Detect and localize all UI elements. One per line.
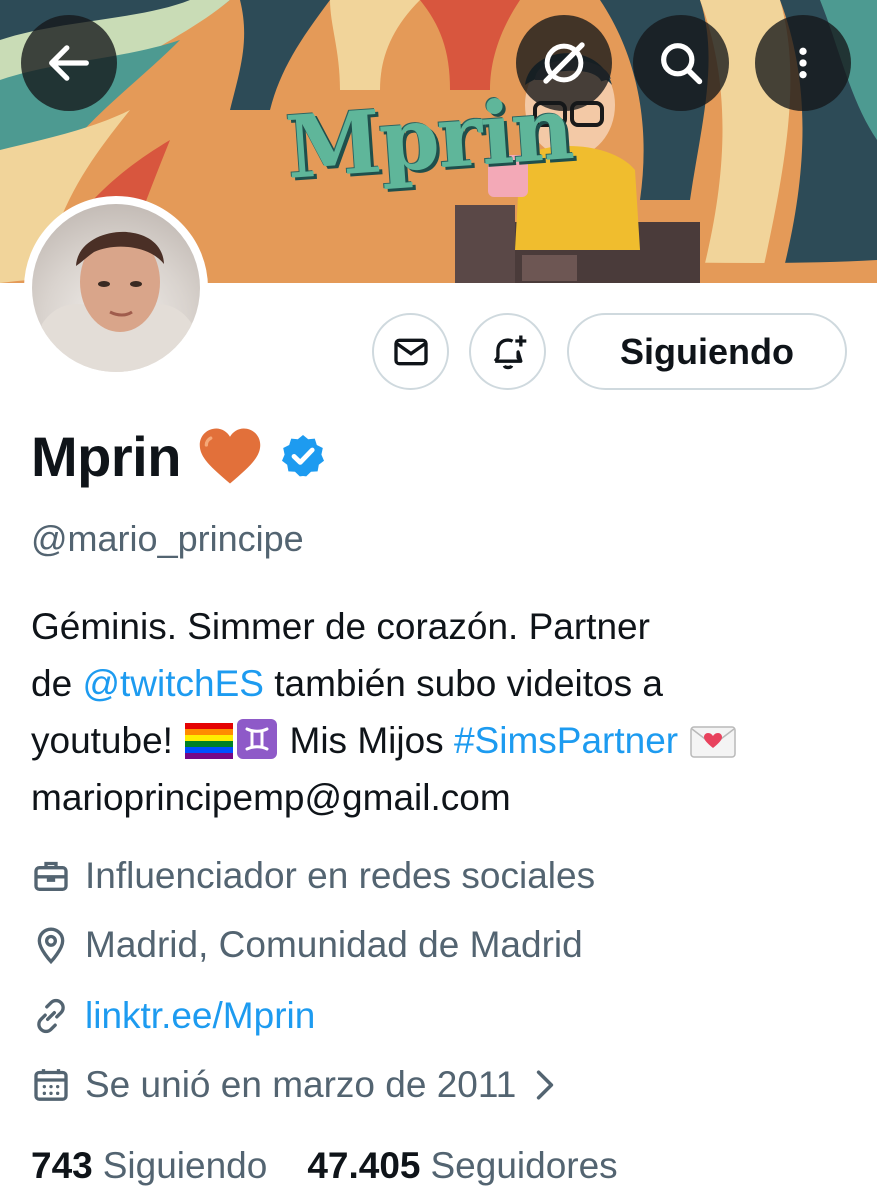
following-count: 743 [31,1145,93,1186]
location-text: Madrid, Comunidad de Madrid [85,924,583,965]
envelope-icon [393,338,428,365]
name-row: Mprin [31,420,327,492]
following-button[interactable]: Siguiendo [567,313,847,390]
rainbow-flag-icon [185,723,234,759]
back-button[interactable] [21,15,117,111]
notifications-button[interactable] [469,313,546,390]
hashtag-link[interactable]: #SimsPartner [454,720,678,761]
bio: Géminis. Simmer de corazón. Partner de @… [31,598,861,826]
search-icon [661,43,703,85]
map-pin-icon [37,927,65,965]
following-stat[interactable]: 743 Siguiendo [31,1145,267,1187]
briefcase-icon [34,861,68,891]
grok-icon [543,42,585,84]
display-name: Mprin [31,424,181,488]
bio-line: de @twitchES también subo videitos a [31,655,861,712]
avatar-photo [32,204,200,372]
grok-button[interactable] [516,15,612,111]
profile-website: linktr.ee/Mprin [31,991,315,1041]
more-vertical-icon [799,47,807,79]
chevron-right-icon [537,1070,554,1100]
link-icon [37,998,65,1034]
bio-text: también subo videitos a [263,663,663,704]
gemini-icon [237,719,278,759]
love-letter-icon [690,726,737,758]
followers-label: Seguidores [430,1145,618,1186]
bio-line: marioprincipemp@gmail.com [31,777,511,818]
followers-count: 47.405 [307,1145,421,1186]
profile-category: Influenciador en redes sociales [31,851,595,901]
bio-text: de [31,663,83,704]
bio-text: youtube! [31,720,184,761]
orange-heart-icon [199,428,261,484]
username-handle: @mario_principe [31,518,304,559]
website-link[interactable]: linktr.ee/Mprin [85,995,315,1037]
more-options-button[interactable] [755,15,851,111]
bell-plus-icon [493,335,526,369]
verified-badge-icon[interactable] [279,432,327,480]
profile-location: Madrid, Comunidad de Madrid [31,920,583,970]
profile-joined-date[interactable]: Se unió en marzo de 2011 [31,1060,556,1110]
message-button[interactable] [372,313,449,390]
calendar-icon [34,1069,68,1101]
search-button[interactable] [633,15,729,111]
joined-text: Se unió en marzo de 2011 [85,1064,517,1105]
bio-line: youtube! Mis Mijos #SimsPartner [31,712,861,769]
arrow-left-icon [49,45,89,81]
mention-link[interactable]: @twitchES [82,663,264,704]
bio-line: Géminis. Simmer de corazón. Partner [31,606,650,647]
followers-stat[interactable]: 47.405 Seguidores [307,1145,617,1187]
avatar[interactable] [24,196,208,380]
following-label: Siguiendo [102,1145,268,1186]
category-text: Influenciador en redes sociales [85,855,596,896]
follow-stats: 743 Siguiendo 47.405 Seguidores [31,1145,618,1187]
bio-text: Mis Mijos [279,720,454,761]
